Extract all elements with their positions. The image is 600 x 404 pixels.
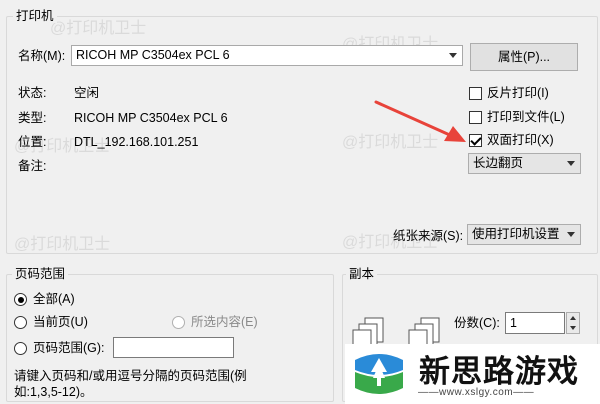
copies-group-title: 副本 — [346, 267, 378, 281]
chevron-up-icon — [570, 316, 576, 320]
location-label: 位置: — [18, 135, 47, 149]
selection-label[interactable]: 所选内容(E) — [191, 315, 258, 330]
printer-name-value: RICOH MP C3504ex PCL 6 — [76, 48, 230, 62]
paper-source-label: 纸张来源(S): — [393, 229, 464, 243]
printer-name-label: 名称(M): — [18, 49, 66, 63]
annotation-arrow-icon — [374, 100, 466, 142]
chevron-down-icon — [449, 53, 457, 58]
status-value: 空闲 — [74, 86, 100, 100]
reverse-print-checkbox[interactable] — [469, 87, 482, 100]
chevron-down-icon — [567, 161, 575, 166]
current-page-label[interactable]: 当前页(U) — [33, 315, 88, 330]
copies-spinner[interactable] — [566, 312, 580, 334]
printer-name-select[interactable]: RICOH MP C3504ex PCL 6 — [71, 45, 463, 66]
current-page-radio[interactable] — [14, 316, 27, 329]
paper-source-select[interactable]: 使用打印机设置 — [467, 224, 581, 245]
print-to-file-checkbox[interactable] — [469, 111, 482, 124]
pages-label[interactable]: 页码范围(G): — [33, 341, 105, 356]
duplex-mode-select[interactable]: 长边翻页 — [468, 153, 581, 174]
brand-logo-icon — [355, 354, 403, 394]
copies-count-input[interactable]: 1 — [505, 312, 565, 334]
duplex-label[interactable]: 双面打印(X) — [487, 133, 554, 148]
printer-group-title: 打印机 — [13, 9, 57, 23]
status-label: 状态: — [18, 86, 47, 100]
pages-radio[interactable] — [14, 342, 27, 355]
chevron-down-icon — [567, 232, 575, 237]
selection-radio[interactable] — [172, 316, 185, 329]
type-label: 类型: — [18, 111, 47, 125]
page-range-hint: 请键入页码和/或用逗号分隔的页码范围(例如:1,3,5-12)。 — [14, 369, 247, 399]
properties-button[interactable]: 属性(P)... — [470, 43, 578, 71]
all-pages-label[interactable]: 全部(A) — [33, 292, 75, 307]
reverse-print-label[interactable]: 反片打印(I) — [487, 86, 549, 101]
chevron-down-icon — [570, 326, 576, 330]
paper-source-value: 使用打印机设置 — [472, 227, 560, 241]
pages-input[interactable] — [113, 337, 234, 358]
page-range-group-title: 页码范围 — [12, 267, 69, 281]
brand-url: ——www.xslgy.com—— — [418, 387, 535, 398]
comment-label: 备注: — [18, 159, 47, 173]
brand-name: 新思路游戏 — [419, 354, 579, 390]
duplex-mode-value: 长边翻页 — [473, 156, 524, 170]
print-to-file-label[interactable]: 打印到文件(L) — [487, 110, 565, 125]
type-value: RICOH MP C3504ex PCL 6 — [74, 111, 228, 125]
duplex-checkbox[interactable] — [469, 134, 482, 147]
all-pages-radio[interactable] — [14, 293, 27, 306]
copies-count-label: 份数(C): — [454, 316, 500, 330]
location-value: DTL_192.168.101.251 — [74, 135, 199, 149]
